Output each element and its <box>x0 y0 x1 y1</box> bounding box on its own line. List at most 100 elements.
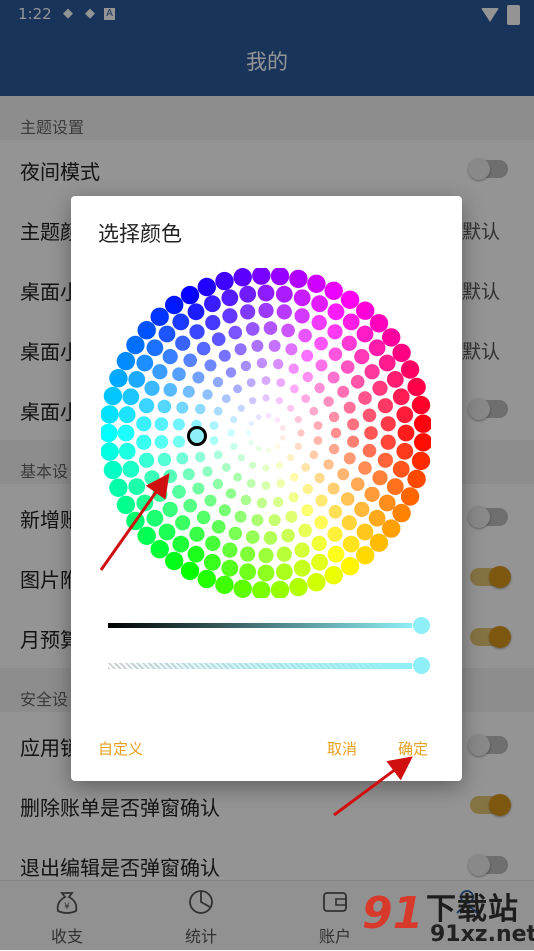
color-dot[interactable] <box>172 313 190 331</box>
color-dot[interactable] <box>327 303 345 321</box>
color-dot[interactable] <box>221 463 231 472</box>
color-dot[interactable] <box>407 469 426 489</box>
color-dot[interactable] <box>246 479 256 488</box>
color-dot[interactable] <box>369 314 389 333</box>
color-dot[interactable] <box>218 504 231 517</box>
color-dot[interactable] <box>327 324 343 340</box>
color-dot[interactable] <box>172 435 185 448</box>
color-dot[interactable] <box>276 546 292 562</box>
color-dot[interactable] <box>263 321 278 335</box>
color-dot[interactable] <box>315 494 328 507</box>
color-dot[interactable] <box>213 406 223 416</box>
color-dot[interactable] <box>392 343 411 363</box>
color-dot[interactable] <box>314 382 325 394</box>
color-dot[interactable] <box>341 335 357 351</box>
color-dot[interactable] <box>103 386 123 406</box>
color-dot[interactable] <box>245 322 260 336</box>
color-dot[interactable] <box>154 417 169 431</box>
color-dot[interactable] <box>327 371 340 384</box>
color-dot[interactable] <box>212 376 224 388</box>
color-dot[interactable] <box>368 509 386 527</box>
color-dot[interactable] <box>327 526 343 542</box>
color-dot[interactable] <box>144 380 160 396</box>
color-dot[interactable] <box>270 268 290 286</box>
color-dot[interactable] <box>136 434 152 450</box>
color-dot[interactable] <box>298 523 312 538</box>
color-dot[interactable] <box>109 478 128 497</box>
color-dot[interactable] <box>204 494 217 507</box>
color-dot[interactable] <box>228 325 243 340</box>
color-dot[interactable] <box>197 277 216 297</box>
color-dot[interactable] <box>261 481 271 490</box>
color-dot[interactable] <box>386 371 404 388</box>
brightness-thumb[interactable] <box>413 617 430 634</box>
color-dot[interactable] <box>294 308 310 324</box>
color-dot[interactable] <box>116 351 136 371</box>
color-dot[interactable] <box>233 268 252 287</box>
color-dot[interactable] <box>157 399 172 414</box>
color-dot[interactable] <box>289 577 308 597</box>
color-dot[interactable] <box>255 414 262 420</box>
color-dot[interactable] <box>180 561 200 581</box>
color-dot[interactable] <box>230 442 238 450</box>
color-dot[interactable] <box>265 447 272 454</box>
color-dot[interactable] <box>297 429 305 437</box>
color-dot[interactable] <box>150 540 169 559</box>
color-dot[interactable] <box>328 411 340 423</box>
color-dot[interactable] <box>273 496 284 508</box>
color-dot[interactable] <box>275 461 283 469</box>
color-dot[interactable] <box>328 347 343 361</box>
color-dot[interactable] <box>364 486 380 502</box>
color-dot[interactable] <box>205 535 221 551</box>
color-dot[interactable] <box>211 332 226 346</box>
color-dot[interactable] <box>354 349 370 365</box>
color-wheel[interactable] <box>101 268 431 598</box>
color-dot[interactable] <box>257 564 275 582</box>
color-dot[interactable] <box>285 343 298 356</box>
color-dot[interactable] <box>342 535 360 553</box>
color-dot[interactable] <box>400 487 420 506</box>
color-dot[interactable] <box>248 420 255 427</box>
color-dot[interactable] <box>276 479 286 488</box>
alpha-thumb[interactable] <box>413 657 430 674</box>
color-dot[interactable] <box>323 396 334 407</box>
color-dot[interactable] <box>378 354 396 372</box>
color-dot[interactable] <box>340 557 360 576</box>
color-dot[interactable] <box>126 511 145 531</box>
color-dot[interactable] <box>240 494 252 506</box>
color-dot[interactable] <box>315 359 328 372</box>
color-dot[interactable] <box>165 551 184 571</box>
color-dot[interactable] <box>347 435 360 448</box>
color-dot[interactable] <box>172 367 186 381</box>
color-dot[interactable] <box>101 405 119 424</box>
color-dot[interactable] <box>343 401 356 414</box>
color-dot[interactable] <box>397 424 415 442</box>
color-dot[interactable] <box>152 486 168 502</box>
color-dot[interactable] <box>356 523 374 541</box>
color-dot[interactable] <box>221 289 239 307</box>
color-dot[interactable] <box>281 528 295 543</box>
color-dot[interactable] <box>252 581 271 598</box>
color-dot[interactable] <box>337 385 350 398</box>
color-dot[interactable] <box>268 514 281 527</box>
color-dot[interactable] <box>228 526 243 541</box>
color-dot[interactable] <box>309 406 319 416</box>
color-selection-marker[interactable] <box>187 426 207 446</box>
color-dot[interactable] <box>288 363 299 374</box>
color-dot[interactable] <box>128 371 146 388</box>
color-dot[interactable] <box>251 514 264 527</box>
color-dot[interactable] <box>146 339 164 357</box>
color-dot[interactable] <box>396 442 414 460</box>
color-dot[interactable] <box>122 460 140 478</box>
color-dot[interactable] <box>314 472 325 484</box>
color-dot[interactable] <box>358 391 372 405</box>
color-dot[interactable] <box>213 450 223 460</box>
color-dot[interactable] <box>411 451 431 471</box>
color-dot[interactable] <box>233 472 243 482</box>
color-dot[interactable] <box>358 461 372 475</box>
color-dot[interactable] <box>368 339 386 357</box>
color-dot[interactable] <box>248 439 255 446</box>
color-dot[interactable] <box>392 503 411 523</box>
color-dot[interactable] <box>280 425 286 431</box>
color-dot[interactable] <box>256 497 268 509</box>
